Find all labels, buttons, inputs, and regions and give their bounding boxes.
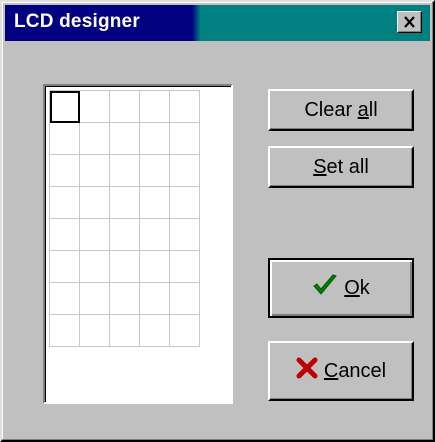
clear-all-button[interactable]: Clear all	[268, 89, 414, 131]
lcd-pixel-cell[interactable]	[110, 315, 140, 347]
lcd-pixel-cell[interactable]	[110, 187, 140, 219]
lcd-pixel-cell[interactable]	[170, 155, 200, 187]
lcd-pixel-cell[interactable]	[50, 123, 80, 155]
window-title: LCD designer	[14, 11, 140, 32]
lcd-pixel-cell[interactable]	[80, 283, 110, 315]
lcd-pixel-cell[interactable]	[140, 91, 170, 123]
lcd-pixel-cell[interactable]	[110, 91, 140, 123]
close-button[interactable]	[397, 11, 422, 33]
lcd-pixel-grid-panel	[43, 84, 233, 404]
lcd-pixel-cell[interactable]	[80, 251, 110, 283]
lcd-pixel-cell[interactable]	[50, 187, 80, 219]
lcd-pixel-cell[interactable]	[140, 187, 170, 219]
lcd-pixel-cell[interactable]	[50, 91, 80, 123]
lcd-pixel-cell[interactable]	[170, 251, 200, 283]
lcd-pixel-cell[interactable]	[140, 155, 170, 187]
lcd-pixel-cell[interactable]	[140, 315, 170, 347]
lcd-pixel-cell[interactable]	[50, 155, 80, 187]
lcd-pixel-cell[interactable]	[50, 315, 80, 347]
lcd-pixel-cell[interactable]	[80, 155, 110, 187]
lcd-pixel-grid	[49, 90, 200, 347]
lcd-pixel-cell[interactable]	[50, 251, 80, 283]
lcd-pixel-cell[interactable]	[50, 219, 80, 251]
set-all-button[interactable]: Set all	[268, 146, 414, 188]
lcd-pixel-cell[interactable]	[80, 315, 110, 347]
lcd-pixel-cell[interactable]	[80, 123, 110, 155]
lcd-pixel-cell[interactable]	[170, 91, 200, 123]
lcd-pixel-cell[interactable]	[140, 123, 170, 155]
lcd-pixel-cell[interactable]	[140, 219, 170, 251]
lcd-pixel-cell[interactable]	[80, 219, 110, 251]
lcd-pixel-cell[interactable]	[50, 283, 80, 315]
lcd-pixel-cell[interactable]	[110, 123, 140, 155]
lcd-pixel-cell[interactable]	[140, 251, 170, 283]
title-bar[interactable]: LCD designer	[5, 5, 430, 41]
lcd-pixel-cell[interactable]	[170, 219, 200, 251]
lcd-pixel-cell[interactable]	[110, 251, 140, 283]
lcd-pixel-cell[interactable]	[80, 187, 110, 219]
lcd-pixel-cell[interactable]	[140, 283, 170, 315]
lcd-pixel-cell[interactable]	[80, 91, 110, 123]
lcd-pixel-cell[interactable]	[110, 155, 140, 187]
close-icon	[403, 16, 416, 28]
lcd-pixel-cell[interactable]	[110, 219, 140, 251]
checkmark-icon	[312, 273, 344, 303]
lcd-pixel-cell[interactable]	[170, 283, 200, 315]
ok-button[interactable]: Ok	[268, 258, 414, 318]
lcd-designer-window: LCD designer Clear all Set all Ok Cancel	[0, 0, 435, 442]
lcd-pixel-cell[interactable]	[170, 187, 200, 219]
lcd-pixel-cell[interactable]	[170, 315, 200, 347]
lcd-pixel-cell[interactable]	[110, 283, 140, 315]
ok-label: Ok	[344, 276, 370, 299]
set-all-label: Set all	[313, 155, 369, 178]
lcd-pixel-cell[interactable]	[170, 123, 200, 155]
cancel-button[interactable]: Cancel	[268, 341, 414, 401]
clear-all-label: Clear all	[304, 98, 378, 121]
cancel-label: Cancel	[323, 359, 387, 382]
x-cross-icon	[296, 357, 324, 385]
